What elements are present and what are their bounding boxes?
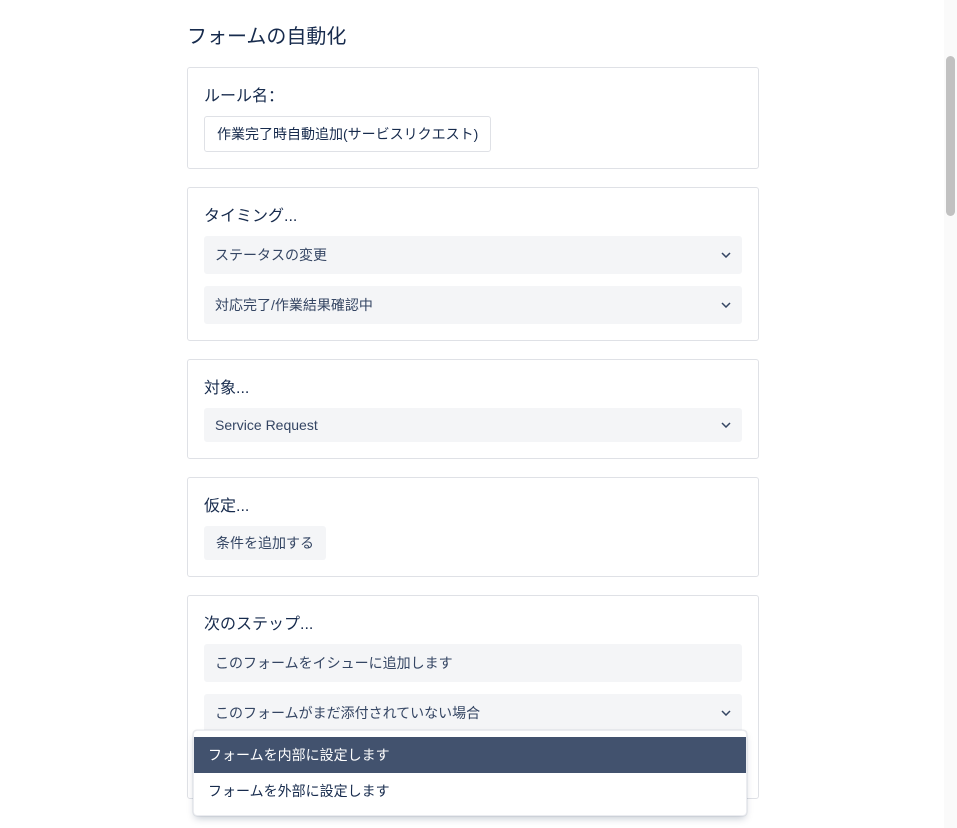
target-label: 対象...: [204, 374, 742, 398]
assumption-label: 仮定...: [204, 492, 742, 516]
timing-trigger-value: ステータスの変更: [215, 245, 327, 265]
dropdown-popup: フォームを内部に設定します フォームを外部に設定します: [193, 730, 747, 816]
chevron-down-icon: [721, 250, 731, 260]
page-title: フォームの自動化: [187, 20, 759, 49]
next-step-label: 次のステップ...: [204, 610, 742, 634]
scrollbar-thumb[interactable]: [946, 56, 955, 216]
timing-status-select[interactable]: 対応完了/作業結果確認中: [204, 286, 742, 324]
next-step-condition-value: このフォームがまだ添付されていない場合: [215, 703, 480, 723]
timing-trigger-select[interactable]: ステータスの変更: [204, 236, 742, 274]
timing-status-value: 対応完了/作業結果確認中: [215, 295, 373, 315]
scrollbar-track[interactable]: [944, 0, 957, 828]
next-step-condition-select[interactable]: このフォームがまだ添付されていない場合: [204, 694, 742, 732]
timing-label: タイミング...: [204, 202, 742, 226]
rule-name-label: ルール名：: [204, 82, 742, 106]
dropdown-option-internal[interactable]: フォームを内部に設定します: [194, 737, 746, 773]
next-step-action-label: このフォームをイシューに追加します: [204, 644, 742, 682]
add-condition-button[interactable]: 条件を追加する: [204, 526, 326, 560]
rule-name-input[interactable]: 作業完了時自動追加(サービスリクエスト): [204, 116, 491, 152]
rule-name-card: ルール名： 作業完了時自動追加(サービスリクエスト): [187, 67, 759, 169]
timing-card: タイミング... ステータスの変更 対応完了/作業結果確認中: [187, 187, 759, 341]
dropdown-option-external[interactable]: フォームを外部に設定します: [194, 773, 746, 809]
chevron-down-icon: [721, 300, 731, 310]
target-value: Service Request: [215, 417, 318, 433]
target-select[interactable]: Service Request: [204, 408, 742, 442]
assumption-card: 仮定... 条件を追加する: [187, 477, 759, 577]
chevron-down-icon: [721, 708, 731, 718]
chevron-down-icon: [721, 420, 731, 430]
target-card: 対象... Service Request: [187, 359, 759, 459]
next-step-action-text: このフォームをイシューに追加します: [215, 653, 453, 673]
